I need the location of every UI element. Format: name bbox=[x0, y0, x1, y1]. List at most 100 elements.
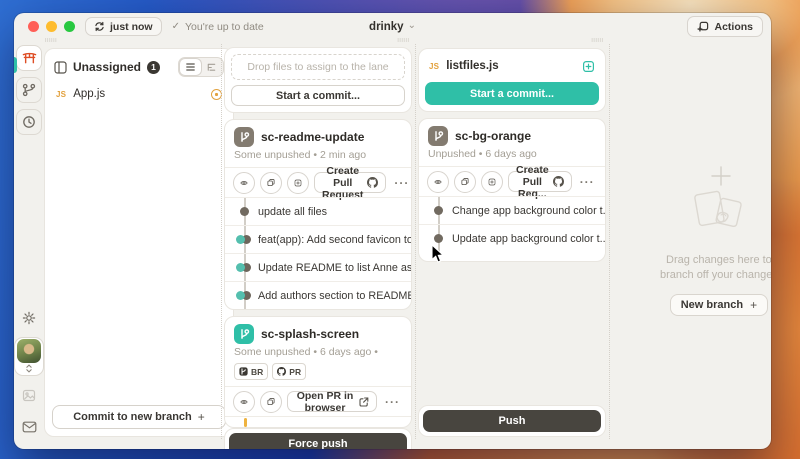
branch-actions: Open PR in browser ··· bbox=[225, 386, 411, 416]
branch-name: sc-splash-screen bbox=[261, 327, 359, 341]
torii-gate-icon bbox=[22, 51, 37, 65]
sync-time-label: just now bbox=[110, 21, 153, 33]
actions-button[interactable]: Actions bbox=[687, 16, 763, 37]
branch-header[interactable]: sc-splash-screen Some unpushed • 6 days … bbox=[225, 317, 411, 386]
new-branch-label: New branch bbox=[681, 299, 743, 311]
start-commit-label: Start a commit... bbox=[470, 88, 554, 100]
more-options-button[interactable]: ··· bbox=[382, 395, 403, 409]
feedback-button[interactable] bbox=[16, 414, 42, 440]
remote-commit-dot bbox=[236, 263, 245, 272]
lane-sc-bg-orange: ⠛⠛⠛ JS listfiles.js bbox=[418, 40, 606, 437]
review-eye-button[interactable] bbox=[233, 391, 255, 413]
new-branch-drop-area[interactable]: Drag changes here to branch off your cha… bbox=[612, 40, 771, 437]
start-commit-button[interactable]: Start a commit... bbox=[231, 85, 405, 106]
start-commit-button[interactable]: Start a commit... bbox=[425, 82, 599, 105]
up-to-date-label: You're up to date bbox=[185, 21, 264, 33]
actions-icon bbox=[697, 21, 709, 33]
review-eye-button[interactable] bbox=[233, 172, 255, 194]
branch-header[interactable]: sc-bg-orange Unpushed • 6 days ago bbox=[419, 119, 605, 166]
settings-button[interactable] bbox=[16, 305, 42, 331]
lane-drag-handle[interactable]: ⠛⠛⠛ bbox=[224, 40, 412, 45]
column-drag-handle[interactable]: ⠛⠛⠛ bbox=[44, 40, 218, 46]
zoom-window-button[interactable] bbox=[64, 21, 75, 32]
integrated-commit-line bbox=[244, 418, 247, 427]
force-push-button[interactable]: Force push bbox=[229, 433, 407, 449]
open-pr-label: Open PR in browser bbox=[295, 390, 355, 414]
add-dependent-branch-button[interactable] bbox=[287, 172, 309, 194]
commit-row[interactable]: Add authors section to README file bbox=[225, 281, 411, 309]
app-window: just now ✓ You're up to date drinky ⌄ Ac… bbox=[14, 13, 771, 449]
branches-tab[interactable] bbox=[16, 77, 42, 103]
open-pr-in-browser-button[interactable]: Open PR in browser bbox=[287, 391, 377, 412]
pull-request-badge[interactable]: PR bbox=[272, 363, 306, 380]
branch-meta: Some unpushed • 6 days ago • bbox=[234, 346, 402, 358]
lane-top-card: JS listfiles.js Start a commit... bbox=[418, 48, 606, 112]
commit-row[interactable]: Update app background color t... bbox=[419, 224, 605, 252]
push-button[interactable]: Push bbox=[423, 410, 601, 432]
commit-message: Add authors section to README file bbox=[258, 290, 412, 302]
commit-row[interactable]: Update README to list Anne as pr... bbox=[225, 253, 411, 281]
sync-button[interactable]: just now bbox=[85, 17, 162, 36]
workspace-tab[interactable] bbox=[16, 45, 42, 71]
chevron-up-down-icon bbox=[25, 364, 33, 373]
branch-icon bbox=[428, 126, 448, 146]
create-pull-request-button[interactable]: Create Pull Request bbox=[314, 172, 386, 193]
plus-icon: + bbox=[198, 410, 205, 424]
local-commit-dot bbox=[434, 234, 443, 243]
lane-separator[interactable] bbox=[609, 44, 610, 439]
new-branch-button[interactable]: New branch + bbox=[670, 294, 768, 316]
remote-commit-dot bbox=[236, 235, 245, 244]
commit-to-new-branch-button[interactable]: Commit to new branch + bbox=[52, 405, 226, 429]
main-area: ⠛⠛⠛ Unassigned 1 bbox=[14, 40, 771, 449]
history-tab[interactable] bbox=[16, 109, 42, 135]
commit-row[interactable]: update all files bbox=[225, 197, 411, 225]
lane-top-card: Drop files to assign to the lane Start a… bbox=[224, 47, 412, 113]
unassigned-column: ⠛⠛⠛ Unassigned 1 bbox=[44, 40, 218, 437]
file-name: App.js bbox=[73, 88, 105, 100]
copy-branch-button[interactable] bbox=[454, 171, 476, 193]
unassigned-count-badge: 1 bbox=[147, 61, 160, 74]
branch-meta: Unpushed • 6 days ago bbox=[428, 148, 596, 160]
branch-actions: Create Pull Request ··· bbox=[225, 167, 411, 197]
branch-card-sc-readme-update: sc-readme-update Some unpushed • 2 min a… bbox=[224, 119, 412, 310]
copy-branch-button[interactable] bbox=[260, 391, 282, 413]
commit-row[interactable]: feat(app): Add second favicon to ... bbox=[225, 225, 411, 253]
more-options-button[interactable]: ··· bbox=[577, 175, 598, 189]
branches-icon bbox=[22, 83, 36, 97]
more-options-icon: ··· bbox=[394, 176, 409, 190]
branch-header[interactable]: sc-readme-update Some unpushed • 2 min a… bbox=[225, 120, 411, 167]
branch-icon bbox=[234, 127, 254, 147]
tree-view-toggle[interactable] bbox=[201, 59, 222, 75]
drag-illustration bbox=[681, 161, 757, 245]
close-window-button[interactable] bbox=[28, 21, 39, 32]
lane-drag-handle[interactable]: ⠛⠛⠛ bbox=[418, 40, 606, 46]
more-options-button[interactable]: ··· bbox=[391, 176, 412, 190]
commit-row[interactable]: Change app background color t... bbox=[419, 196, 605, 224]
copy-branch-button[interactable] bbox=[260, 172, 282, 194]
commit-list: update all files feat(app): Add second f… bbox=[225, 197, 411, 309]
drop-hint-line2: branch off your changes bbox=[660, 268, 771, 283]
active-workspace-indicator bbox=[14, 57, 17, 73]
assigned-file-row[interactable]: JS listfiles.js bbox=[425, 55, 599, 77]
review-eye-button[interactable] bbox=[427, 171, 449, 193]
minimize-window-button[interactable] bbox=[46, 21, 57, 32]
more-options-icon: ··· bbox=[385, 395, 400, 409]
create-pull-request-button[interactable]: Create Pull Req... bbox=[508, 171, 572, 192]
window-controls bbox=[22, 21, 75, 32]
chevron-down-icon: ⌄ bbox=[408, 20, 416, 31]
add-dependent-branch-button[interactable] bbox=[481, 171, 503, 193]
lane-separator[interactable] bbox=[221, 44, 222, 439]
board-icon bbox=[54, 61, 67, 74]
list-view-toggle[interactable] bbox=[180, 59, 201, 75]
screenshot-button[interactable] bbox=[16, 382, 42, 408]
account-switcher[interactable] bbox=[14, 337, 44, 376]
add-to-commit-icon[interactable] bbox=[582, 60, 595, 73]
lane-separator[interactable] bbox=[415, 44, 416, 439]
gear-icon bbox=[22, 311, 36, 325]
project-switcher[interactable]: drinky ⌄ bbox=[369, 21, 416, 33]
file-drop-zone[interactable]: Drop files to assign to the lane bbox=[231, 54, 405, 80]
branch-review-badge[interactable]: BR bbox=[234, 363, 268, 380]
collapsed-commit-strip bbox=[225, 416, 411, 427]
file-row[interactable]: JS App.js bbox=[52, 83, 226, 105]
more-options-icon: ··· bbox=[580, 175, 595, 189]
